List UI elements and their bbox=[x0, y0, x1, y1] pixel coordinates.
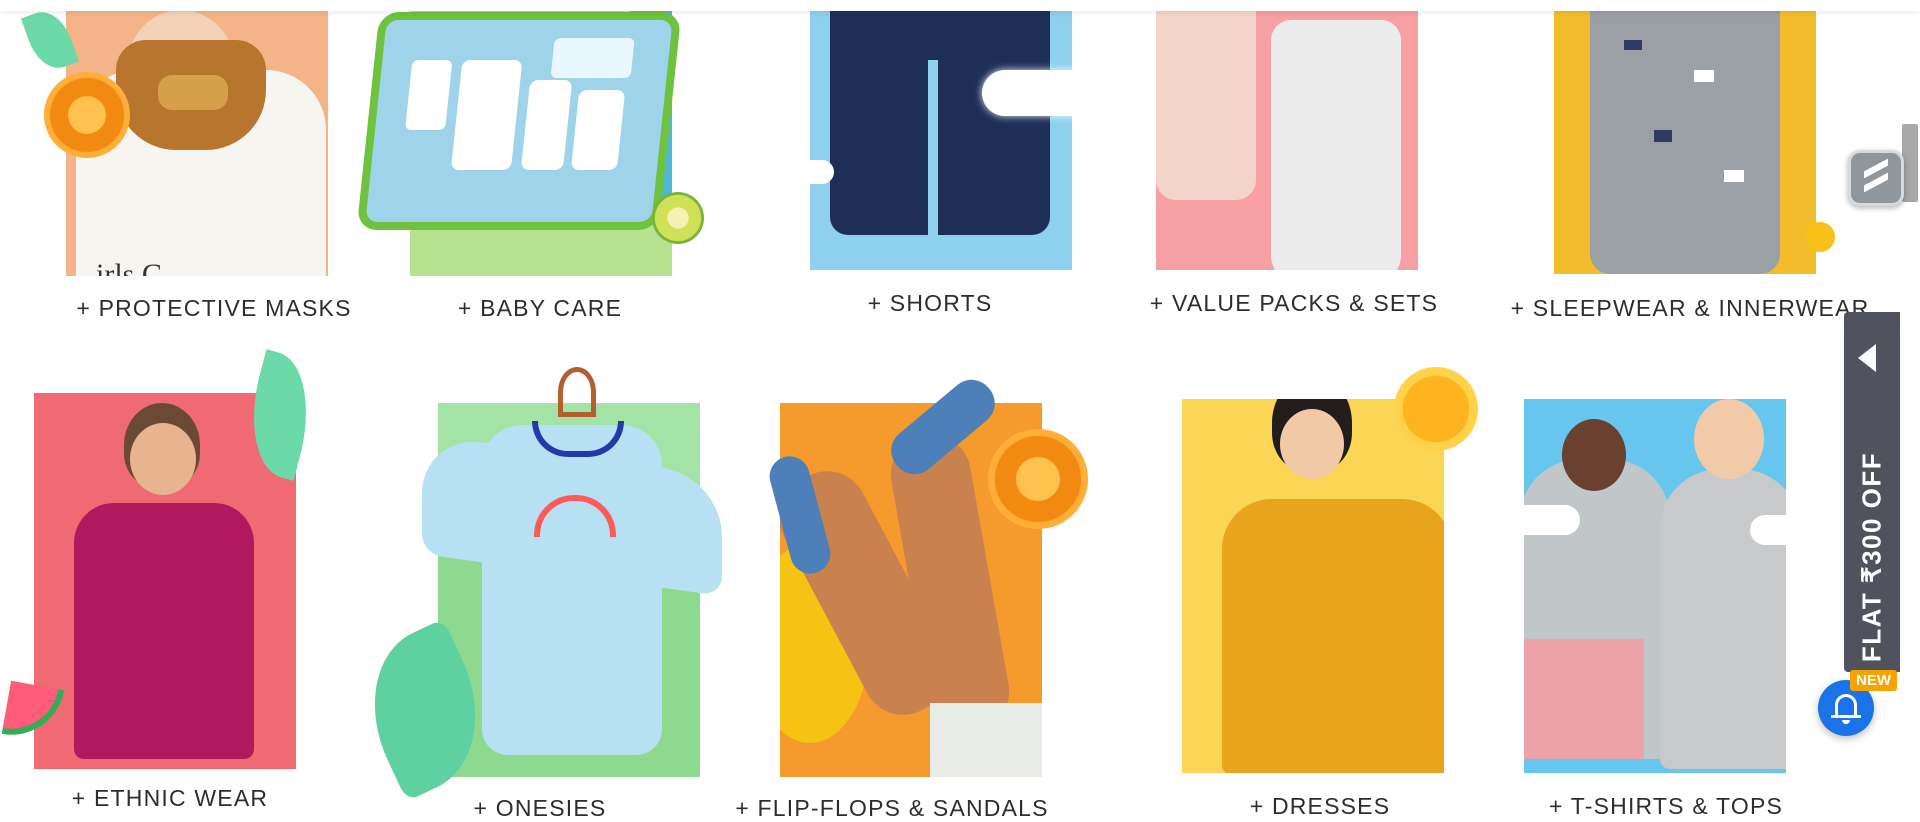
collapse-arrow-icon[interactable] bbox=[1858, 344, 1876, 372]
offer-tab[interactable]: FLAT ₹300 OFF bbox=[1844, 312, 1900, 672]
category-label: + ONESIES bbox=[473, 795, 607, 821]
category-tile-onesies[interactable]: + ONESIES bbox=[343, 355, 722, 821]
hanger-icon bbox=[558, 367, 596, 417]
bell-icon bbox=[1835, 694, 1857, 716]
category-label: + PROTECTIVE MASKS bbox=[76, 295, 352, 321]
orange-slice-icon bbox=[44, 72, 130, 158]
category-label: + SLEEPWEAR & INNERWEAR bbox=[1510, 295, 1870, 321]
category-label: + T-SHIRTS & TOPS bbox=[1548, 793, 1784, 819]
category-tile-baby-care[interactable]: + BABY CARE bbox=[356, 0, 710, 330]
category-tile-t-shirts[interactable]: + T-SHIRTS & TOPS bbox=[1500, 355, 1840, 821]
kiwi-slice-icon bbox=[652, 192, 704, 244]
offer-text: FLAT ₹300 OFF bbox=[1856, 451, 1887, 663]
category-tile-shorts[interactable]: + SHORTS bbox=[760, 0, 1102, 330]
category-label: + SHORTS bbox=[867, 290, 993, 316]
cloud-icon bbox=[1500, 505, 1580, 535]
category-tile-flip-flops[interactable]: + FLIP-FLOPS & SANDALS bbox=[735, 355, 1120, 821]
category-label: + VALUE PACKS & SETS bbox=[1149, 290, 1439, 316]
extension-icon[interactable] bbox=[1848, 150, 1904, 206]
orange-slice-icon bbox=[988, 429, 1088, 529]
category-image bbox=[1524, 399, 1786, 773]
category-label: + DRESSES bbox=[1249, 793, 1391, 819]
category-label: + BABY CARE bbox=[457, 295, 623, 321]
category-label: + ETHNIC WEAR bbox=[71, 785, 269, 811]
cloud-icon bbox=[1750, 515, 1840, 545]
category-tile-sleepwear[interactable]: + SLEEPWEAR & INNERWEAR bbox=[1500, 0, 1880, 330]
category-tile-protective-masks[interactable]: irls C + PROTECTIVE MASKS bbox=[20, 0, 360, 330]
cloud-icon bbox=[778, 160, 834, 184]
new-badge: NEW bbox=[1850, 670, 1897, 691]
category-image bbox=[34, 393, 296, 769]
scrollbar-thumb[interactable] bbox=[1902, 124, 1918, 202]
cloud-icon bbox=[982, 70, 1102, 116]
category-tile-ethnic-wear[interactable]: + ETHNIC WEAR bbox=[0, 349, 340, 821]
category-tile-dresses[interactable]: + DRESSES bbox=[1150, 355, 1490, 821]
sun-icon bbox=[1805, 222, 1835, 252]
product-kit-icon bbox=[356, 12, 682, 230]
header-bottom-edge bbox=[0, 0, 1920, 11]
category-label: + FLIP-FLOPS & SANDALS bbox=[735, 795, 1049, 821]
category-tile-value-packs[interactable]: + VALUE PACKS & SETS bbox=[1130, 0, 1470, 330]
category-image bbox=[1182, 399, 1444, 773]
sun-icon bbox=[1394, 367, 1478, 451]
category-image bbox=[1156, 0, 1418, 270]
category-image bbox=[1554, 0, 1816, 274]
category-image bbox=[810, 0, 1072, 270]
